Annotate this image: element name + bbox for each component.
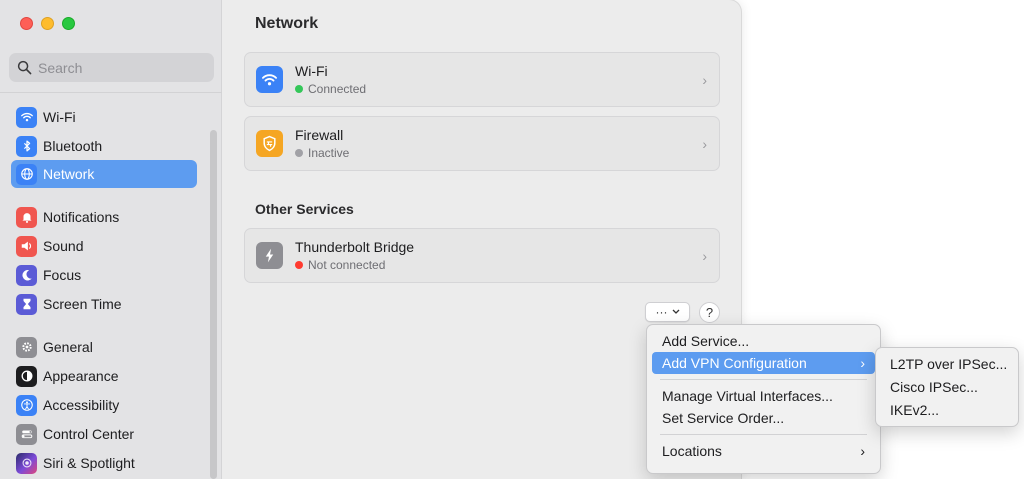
sidebar-item-label: Wi-Fi <box>43 109 76 125</box>
control-center-icon <box>16 423 37 445</box>
service-row-firewall[interactable]: Firewall Inactive › <box>244 116 720 171</box>
menu-item-label: Cisco IPSec... <box>890 379 978 395</box>
menu-separator <box>660 434 867 435</box>
accessibility-icon <box>16 394 37 416</box>
sidebar: Wi-Fi Bluetooth Network Notifications <box>0 0 222 479</box>
menu-item-add-service[interactable]: Add Service... <box>652 330 875 352</box>
status-dot <box>295 261 303 269</box>
sidebar-item-label: Accessibility <box>43 397 120 413</box>
sidebar-item-label: Network <box>43 166 95 182</box>
sidebar-item-network[interactable]: Network <box>11 160 197 188</box>
zoom-window-button[interactable] <box>62 17 75 30</box>
menu-item-label: L2TP over IPSec... <box>890 356 1008 372</box>
menu-item-add-vpn-configuration[interactable]: Add VPN Configuration › <box>652 352 875 374</box>
help-button[interactable]: ? <box>699 302 720 323</box>
vpn-submenu: L2TP over IPSec... Cisco IPSec... IKEv2.… <box>875 347 1019 427</box>
more-icon: ··· <box>655 305 668 319</box>
menu-item-label: Locations <box>662 443 722 459</box>
wifi-icon <box>256 66 283 93</box>
sidebar-item-label: Control Center <box>43 426 135 442</box>
submenu-item-ikev2[interactable]: IKEv2... <box>881 399 1013 422</box>
sidebar-item-bluetooth[interactable]: Bluetooth <box>11 132 197 160</box>
sidebar-item-label: Notifications <box>43 209 120 225</box>
chevron-right-icon: › <box>702 248 707 264</box>
menu-item-locations[interactable]: Locations › <box>652 440 875 462</box>
sidebar-item-label: Screen Time <box>43 296 122 312</box>
menu-item-label: Add VPN Configuration <box>662 355 807 371</box>
chevron-right-icon: › <box>860 355 865 371</box>
moon-icon <box>16 264 37 286</box>
minimize-window-button[interactable] <box>41 17 54 30</box>
menu-item-manage-virtual-interfaces[interactable]: Manage Virtual Interfaces... <box>652 385 875 407</box>
settings-window: Wi-Fi Bluetooth Network Notifications <box>0 0 741 479</box>
sidebar-item-focus[interactable]: Focus <box>11 261 197 289</box>
chevron-right-icon: › <box>702 136 707 152</box>
wifi-icon <box>16 106 37 128</box>
sidebar-item-general[interactable]: General <box>11 333 197 361</box>
chevron-right-icon: › <box>702 72 707 88</box>
close-window-button[interactable] <box>20 17 33 30</box>
other-services-heading: Other Services <box>255 201 354 217</box>
page-title: Network <box>255 15 319 32</box>
submenu-item-cisco-ipsec[interactable]: Cisco IPSec... <box>881 376 1013 399</box>
submenu-item-l2tp[interactable]: L2TP over IPSec... <box>881 353 1013 376</box>
sidebar-item-control-center[interactable]: Control Center <box>11 420 197 448</box>
status-dot <box>295 85 303 93</box>
sidebar-item-label: Focus <box>43 267 82 283</box>
sidebar-divider <box>0 92 222 93</box>
sidebar-item-accessibility[interactable]: Accessibility <box>11 391 197 419</box>
sidebar-item-sound[interactable]: Sound <box>11 232 197 260</box>
service-title: Wi-Fi <box>295 63 328 79</box>
menu-separator <box>660 379 867 380</box>
more-actions-menu: Add Service... Add VPN Configuration › Ma… <box>646 324 881 474</box>
service-row-wifi[interactable]: Wi-Fi Connected › <box>244 52 720 107</box>
sidebar-item-label: Appearance <box>43 368 119 384</box>
siri-icon <box>16 452 37 474</box>
firewall-icon <box>256 130 283 157</box>
menu-item-label: Add Service... <box>662 333 750 349</box>
sidebar-item-notifications[interactable]: Notifications <box>11 203 197 231</box>
menu-item-label: Set Service Order... <box>662 410 785 426</box>
search-input[interactable] <box>38 59 208 76</box>
gear-icon <box>16 336 37 358</box>
chevron-right-icon: › <box>860 443 865 459</box>
bell-icon <box>16 206 37 228</box>
search-icon <box>17 60 32 75</box>
sidebar-item-label: General <box>43 339 93 355</box>
sidebar-item-wifi[interactable]: Wi-Fi <box>11 103 197 131</box>
hourglass-icon <box>16 293 37 315</box>
status-dot <box>295 149 303 157</box>
service-status: Connected <box>308 82 367 96</box>
sidebar-item-label: Siri & Spotlight <box>43 455 135 471</box>
globe-icon <box>16 163 37 185</box>
service-status: Not connected <box>308 258 386 272</box>
bluetooth-icon <box>16 135 37 157</box>
speaker-icon <box>16 235 37 257</box>
sidebar-item-siri-spotlight[interactable]: Siri & Spotlight <box>11 449 197 477</box>
menu-item-label: IKEv2... <box>890 402 940 418</box>
service-row-thunderbolt-bridge[interactable]: Thunderbolt Bridge Not connected › <box>244 228 720 283</box>
sidebar-item-appearance[interactable]: Appearance <box>11 362 197 390</box>
more-actions-button[interactable]: ··· <box>645 302 690 322</box>
search-field[interactable] <box>9 53 214 82</box>
appearance-icon <box>16 365 37 387</box>
sidebar-item-label: Sound <box>43 238 84 254</box>
menu-item-set-service-order[interactable]: Set Service Order... <box>652 407 875 429</box>
chevron-down-icon <box>672 309 679 314</box>
sidebar-item-label: Bluetooth <box>43 138 103 154</box>
service-title: Firewall <box>295 127 344 143</box>
thunderbolt-icon <box>256 242 283 269</box>
service-status: Inactive <box>308 146 350 160</box>
sidebar-item-screen-time[interactable]: Screen Time <box>11 290 197 318</box>
menu-item-label: Manage Virtual Interfaces... <box>662 388 833 404</box>
sidebar-scrollbar[interactable] <box>210 130 217 479</box>
service-title: Thunderbolt Bridge <box>295 239 415 255</box>
